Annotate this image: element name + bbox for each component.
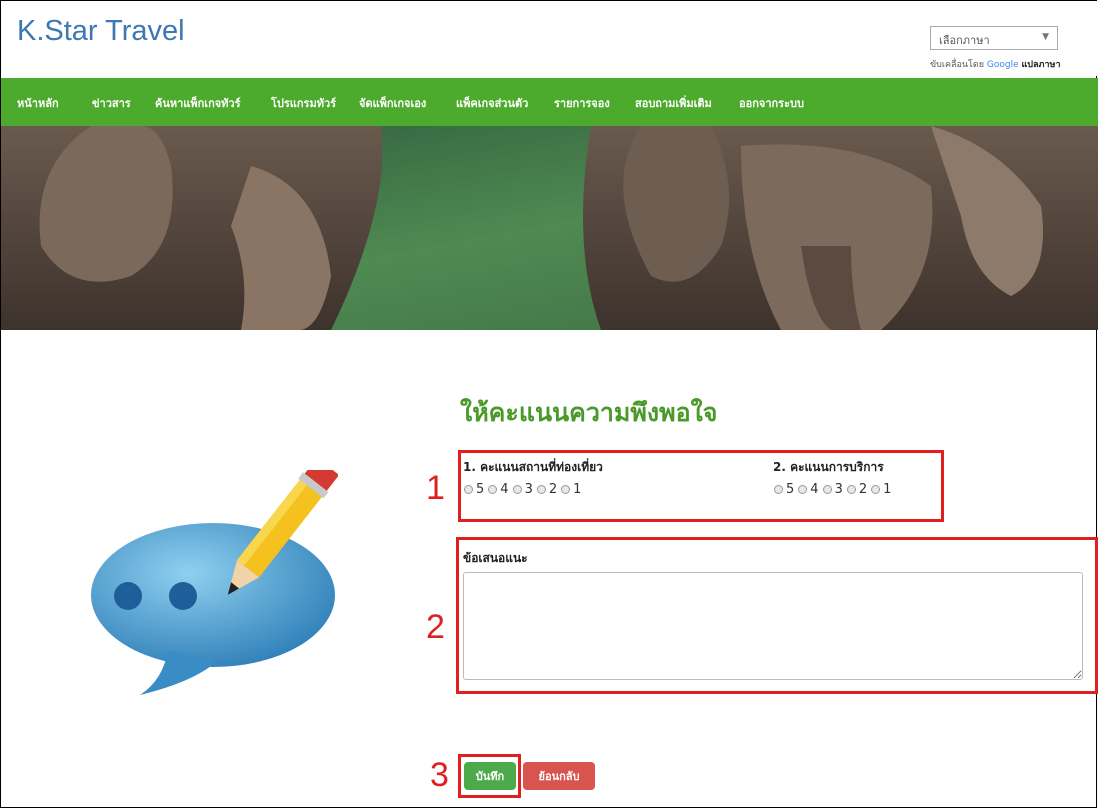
chat-bubble-icon — [91, 457, 340, 695]
nav-item-private-package[interactable]: แพ็คเกจส่วนตัว — [456, 94, 528, 112]
translate-link[interactable]: แปลภาษา — [1022, 60, 1061, 70]
language-select[interactable]: เลือกภาษา ▼ — [930, 26, 1058, 50]
nav-item-tour-program[interactable]: โปรแกรมทัวร์ — [271, 94, 336, 112]
nav-item-home[interactable]: หน้าหลัก — [17, 94, 59, 112]
main-nav: หน้าหลัก ข่าวสาร ค้นหาแพ็กเกจทัวร์ โปรแก… — [1, 78, 1098, 126]
nav-item-search-package[interactable]: ค้นหาแพ็กเกจทัวร์ — [155, 94, 241, 112]
page-title: ให้คะแนนความพึงพอใจ — [460, 398, 718, 427]
callout-number-2: 2 — [426, 608, 445, 646]
nav-item-inquiry[interactable]: สอบถามเพิ่มเติม — [635, 94, 712, 112]
callout-number-3: 3 — [430, 756, 449, 794]
callout-number-1: 1 — [426, 469, 445, 507]
back-button[interactable]: ย้อนกลับ — [523, 762, 595, 790]
brand-logo[interactable]: K.Star Travel — [17, 15, 185, 48]
chevron-down-icon: ▼ — [1042, 32, 1049, 42]
highlight-box-ratings — [458, 450, 944, 522]
powered-by-prefix: ขับเคลื่อนโดย — [930, 60, 984, 70]
highlight-box-save — [458, 754, 521, 798]
chat-pencil-illustration — [88, 457, 340, 700]
site-header: K.Star Travel เลือกภาษา ▼ ขับเคลื่อนโดย … — [1, 1, 1098, 76]
powered-by-google: ขับเคลื่อนโดย Google แปลภาษา — [930, 57, 1061, 71]
nav-item-logout[interactable]: ออกจากระบบ — [739, 94, 804, 112]
nav-item-bookings[interactable]: รายการจอง — [554, 94, 610, 112]
hero-banner — [1, 126, 1098, 330]
highlight-box-comment — [456, 537, 1098, 694]
language-select-label: เลือกภาษา — [939, 34, 990, 47]
google-logo[interactable]: Google — [987, 60, 1019, 70]
nav-item-news[interactable]: ข่าวสาร — [92, 94, 131, 112]
elephants-hero-image — [1, 126, 1098, 330]
nav-item-custom-package[interactable]: จัดแพ็กเกจเอง — [359, 94, 426, 112]
